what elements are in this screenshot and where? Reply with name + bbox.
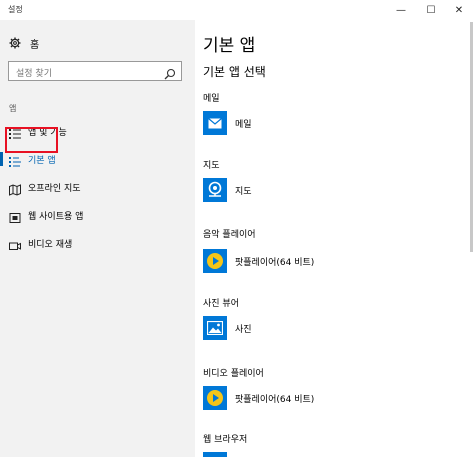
home-link[interactable]: 홈 [9, 35, 39, 51]
default-app-music-player[interactable]: 팟플레이어(64 비트) [203, 248, 314, 274]
maps-icon [203, 178, 227, 202]
default-app-mail[interactable]: 메일 [203, 110, 252, 136]
gear-icon [9, 37, 21, 49]
video-playback-icon [9, 237, 21, 250]
category-label-music-player: 음악 플레이어 [203, 230, 256, 240]
close-button[interactable]: ✕ [444, 0, 474, 20]
app-name: 사진 [235, 324, 252, 335]
app-name: 지도 [235, 186, 252, 197]
photos-icon [203, 316, 227, 340]
home-label: 홈 [30, 39, 40, 51]
maximize-icon: ☐ [426, 4, 436, 16]
close-icon: ✕ [454, 4, 464, 16]
search-placeholder: 설정 찾기 [16, 69, 52, 79]
browser-icon [203, 452, 227, 457]
sidebar-item-label: 오프라인 지도 [28, 184, 81, 194]
potplayer-icon [203, 249, 227, 273]
category-label-video-player: 비디오 플레이어 [203, 369, 264, 379]
section-label-apps: 앱 [9, 104, 17, 113]
sidebar-item-label: 기본 앱 [28, 156, 56, 166]
offline-maps-icon [9, 181, 21, 196]
window-title: 설정 [8, 5, 23, 14]
default-app-web-browser[interactable] [203, 452, 227, 457]
minimize-button[interactable]: — [386, 0, 416, 20]
sidebar-item-offline-maps[interactable]: 오프라인 지도 [0, 176, 195, 198]
category-label-maps: 지도 [203, 161, 220, 171]
default-app-maps[interactable]: 지도 [203, 177, 252, 203]
app-name: 메일 [235, 119, 252, 130]
sidebar-item-apps-for-websites[interactable]: 웹 사이트용 앱 [0, 204, 195, 226]
search-icon[interactable] [164, 65, 176, 80]
title-bar: 설정 — ☐ ✕ [0, 0, 474, 20]
default-app-video-player[interactable]: 팟플레이어(64 비트) [203, 385, 314, 411]
sidebar-item-video-playback[interactable]: 비디오 재생 [0, 232, 195, 254]
category-label-mail: 메일 [203, 94, 220, 104]
search-input[interactable]: 설정 찾기 [8, 61, 182, 81]
highlight-box [5, 127, 58, 153]
minimize-icon: — [396, 4, 406, 16]
potplayer-icon [203, 386, 227, 410]
apps-for-websites-icon [9, 209, 21, 223]
page-title: 기본 앱 [203, 36, 256, 56]
sidebar-item-label: 비디오 재생 [28, 240, 73, 250]
default-app-photo-viewer[interactable]: 사진 [203, 315, 252, 341]
app-name: 팟플레이어(64 비트) [235, 257, 315, 268]
category-label-photo-viewer: 사진 뷰어 [203, 299, 239, 309]
sidebar: 홈 설정 찾기 앱 앱 및 기능 기본 앱 오프라인 지도 웹 사이트용 앱 비… [0, 20, 195, 457]
category-label-web-browser: 웹 브라우저 [203, 435, 248, 445]
mail-icon [203, 111, 227, 135]
default-apps-icon [9, 153, 21, 167]
scrollbar-thumb[interactable] [470, 22, 473, 252]
maximize-button[interactable]: ☐ [416, 0, 446, 20]
page-subtitle: 기본 앱 선택 [203, 65, 266, 79]
selection-indicator [0, 152, 3, 166]
app-name: 팟플레이어(64 비트) [235, 394, 315, 405]
sidebar-item-label: 웹 사이트용 앱 [28, 212, 84, 222]
main-content: 기본 앱 기본 앱 선택 메일 메일 지도 지도 음악 플레이어 팟플레이어(6… [195, 20, 474, 457]
